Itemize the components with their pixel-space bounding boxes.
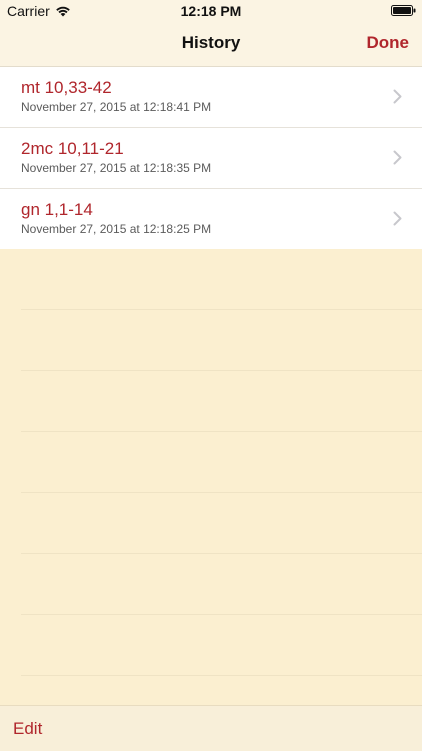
- history-row[interactable]: gn 1,1-14 November 27, 2015 at 12:18:25 …: [0, 189, 422, 249]
- page-title: History: [181, 33, 241, 52]
- bottom-toolbar: Edit: [0, 705, 422, 751]
- history-item-title: 2mc 10,11-21: [21, 139, 124, 158]
- history-item-timestamp: November 27, 2015 at 12:18:25 PM: [21, 222, 212, 236]
- row-separator: [21, 614, 422, 615]
- edit-button[interactable]: Edit: [13, 719, 42, 739]
- done-button[interactable]: Done: [367, 33, 410, 53]
- history-item-title: mt 10,33-42: [21, 78, 112, 97]
- empty-list-area: [0, 249, 422, 705]
- navigation-bar: History Done: [0, 22, 422, 66]
- history-list: mt 10,33-42 November 27, 2015 at 12:18:4…: [0, 66, 422, 249]
- history-item-timestamp: November 27, 2015 at 12:18:41 PM: [21, 100, 212, 114]
- history-row[interactable]: mt 10,33-42 November 27, 2015 at 12:18:4…: [0, 67, 422, 128]
- top-bar: Carrier 12:18 PM History Done: [0, 0, 422, 66]
- battery-icon: [391, 5, 416, 16]
- chevron-right-icon: [393, 150, 402, 165]
- history-item-timestamp: November 27, 2015 at 12:18:35 PM: [21, 161, 212, 175]
- row-separator: [21, 309, 422, 310]
- chevron-right-icon: [393, 89, 402, 104]
- status-bar: Carrier 12:18 PM: [0, 0, 422, 22]
- row-separator: [21, 492, 422, 493]
- row-separator: [21, 431, 422, 432]
- status-time: 12:18 PM: [180, 3, 242, 19]
- row-separator: [21, 553, 422, 554]
- history-row[interactable]: 2mc 10,11-21 November 27, 2015 at 12:18:…: [0, 128, 422, 189]
- chevron-right-icon: [393, 211, 402, 226]
- history-item-title: gn 1,1-14: [21, 200, 93, 219]
- row-separator: [21, 370, 422, 371]
- row-separator: [21, 675, 422, 676]
